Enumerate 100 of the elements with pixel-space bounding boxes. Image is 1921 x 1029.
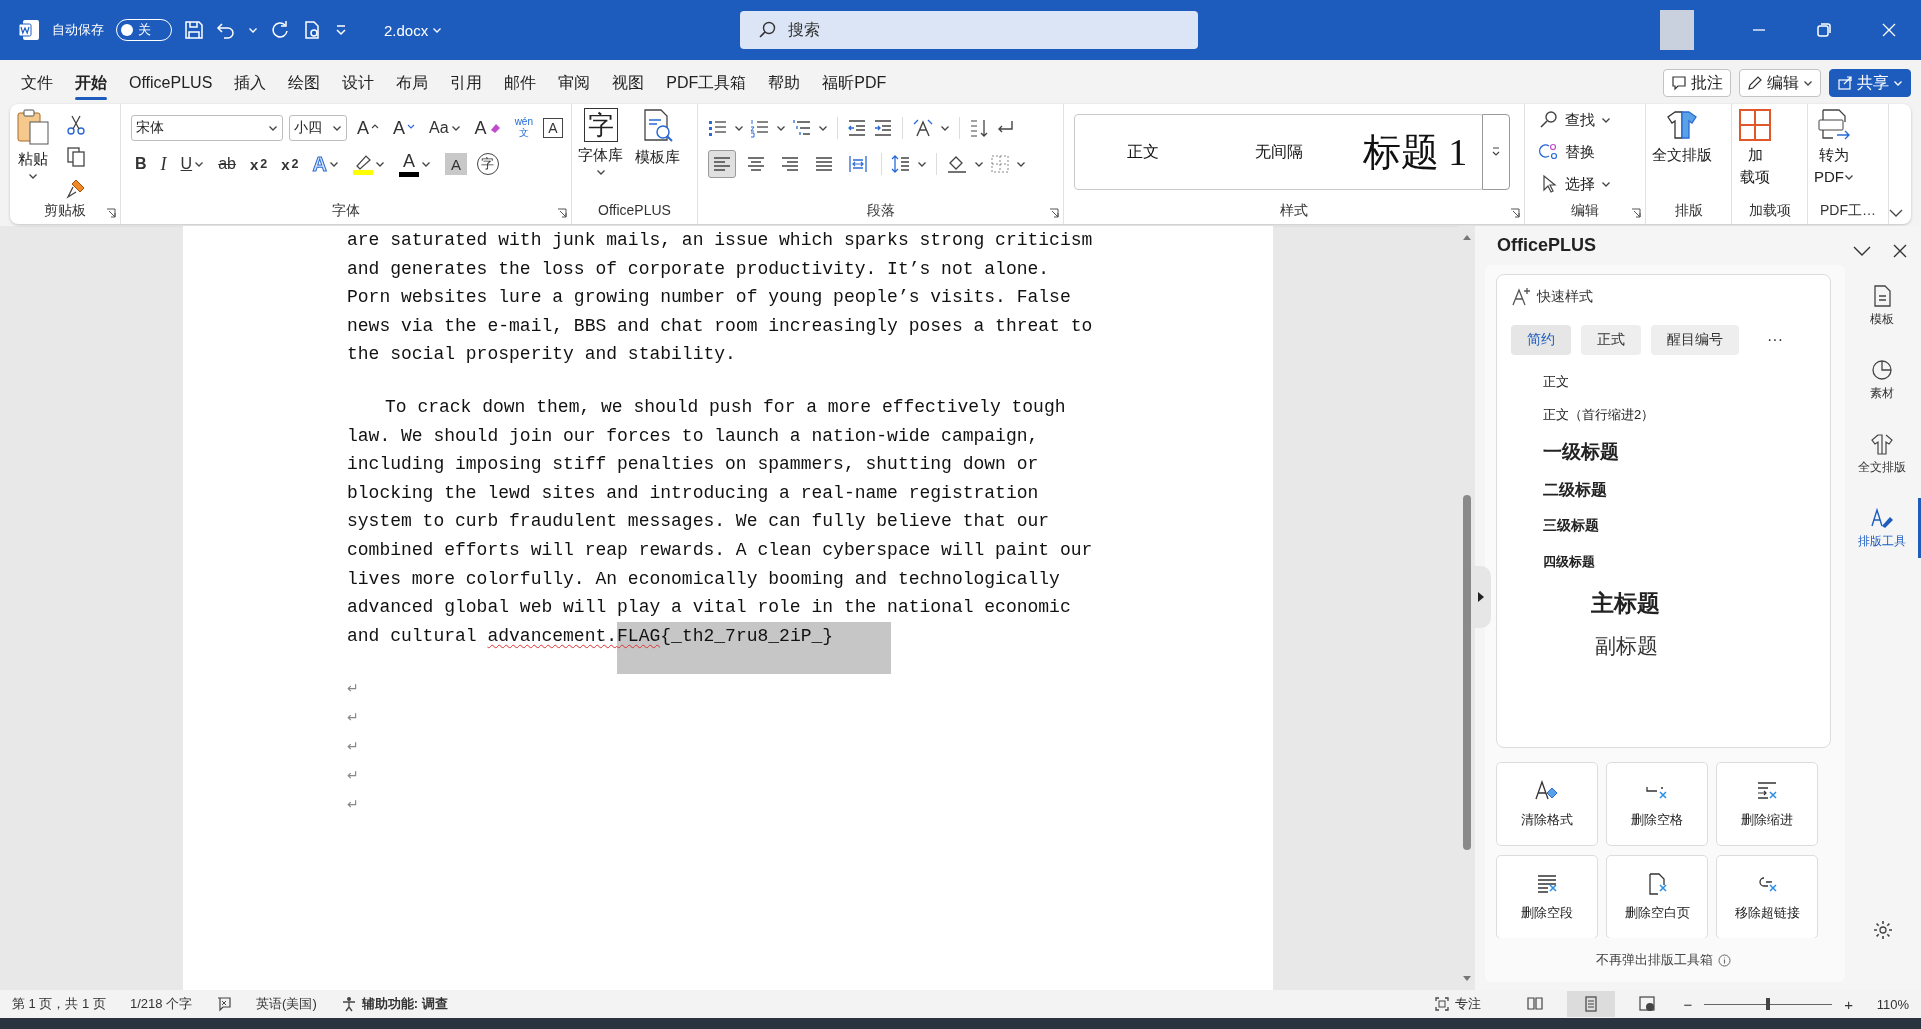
copy-icon[interactable]: [66, 146, 86, 168]
caret-icon[interactable]: [776, 123, 786, 133]
template-library-button[interactable]: 模板库: [629, 104, 686, 202]
align-left-button[interactable]: [708, 150, 736, 178]
caret-icon[interactable]: [332, 123, 342, 133]
search-field[interactable]: 搜索: [740, 11, 1198, 49]
caret-icon[interactable]: [420, 159, 431, 169]
shade-button[interactable]: A: [444, 153, 467, 175]
cut-icon[interactable]: [66, 114, 86, 136]
clear-button[interactable]: A: [470, 114, 505, 142]
caret-icon[interactable]: [1016, 159, 1026, 169]
zoom-level[interactable]: 110%: [1865, 996, 1909, 1012]
more-button[interactable]: ···: [1761, 330, 1789, 350]
panel-tab[interactable]: 模板: [1845, 276, 1921, 336]
dialog-launcher-icon[interactable]: [1510, 208, 1520, 218]
focus-button[interactable]: 专注: [1428, 994, 1488, 1014]
add-ins-button[interactable]: 加 载项: [1732, 104, 1778, 202]
scroll-down-icon[interactable]: [1462, 976, 1471, 982]
print-preview-icon[interactable]: [302, 20, 322, 40]
full-layout-button[interactable]: 全文排版: [1646, 104, 1718, 202]
style-option[interactable]: 四级标题: [1543, 544, 1595, 580]
shading-bucket-icon[interactable]: [946, 154, 968, 174]
paste-button[interactable]: 粘贴: [10, 104, 56, 202]
caret-icon[interactable]: [974, 159, 984, 169]
font-library-button[interactable]: 字 字体库: [572, 104, 629, 202]
tool-button[interactable]: 删除缩进: [1716, 762, 1818, 846]
menu-tab[interactable]: PDF工具箱: [655, 66, 758, 100]
language-status[interactable]: 英语(美国): [256, 995, 317, 1013]
editing-command-button[interactable]: 查找: [1539, 106, 1611, 134]
undo-icon[interactable]: [216, 20, 236, 40]
gallery-more-button[interactable]: [1482, 114, 1510, 190]
scroll-up-icon[interactable]: [1462, 234, 1471, 240]
collapse-ribbon-icon[interactable]: [1889, 208, 1903, 218]
style-option[interactable]: 正文（首行缩进2）: [1543, 398, 1655, 431]
style-option[interactable]: 标题 1: [1347, 115, 1483, 189]
caret-icon[interactable]: [1844, 172, 1854, 182]
style-option[interactable]: 主标题: [1591, 580, 1660, 626]
multilevel-list-icon[interactable]: [792, 118, 812, 138]
caret-icon[interactable]: [818, 123, 828, 133]
menu-tab[interactable]: 开始: [64, 66, 118, 100]
caret-icon[interactable]: [1601, 179, 1611, 189]
caret-icon[interactable]: [1803, 78, 1813, 88]
proofing-icon[interactable]: [216, 996, 233, 1012]
caret-icon[interactable]: [248, 25, 258, 35]
footer-link[interactable]: 不再弹出排版工具箱: [1596, 951, 1713, 969]
panel-tab[interactable]: 素材: [1845, 350, 1921, 410]
comments-button[interactable]: 批注: [1663, 69, 1731, 97]
format-painter-icon[interactable]: [66, 178, 86, 200]
dialog-launcher-icon[interactable]: [557, 208, 567, 218]
zoom-in-button[interactable]: +: [1840, 995, 1857, 1013]
caret-icon[interactable]: [450, 123, 461, 133]
dialog-launcher-icon[interactable]: [106, 208, 116, 218]
caret-icon[interactable]: [374, 159, 385, 169]
caret-icon[interactable]: [1601, 115, 1611, 125]
customize-icon[interactable]: [334, 23, 348, 37]
zoom-slider[interactable]: [1704, 998, 1833, 1010]
style-tab[interactable]: 简约: [1511, 325, 1571, 355]
tool-button[interactable]: 删除空段: [1496, 855, 1598, 938]
caret-icon[interactable]: [917, 159, 927, 169]
share-button[interactable]: 共享: [1829, 69, 1911, 97]
chevron-down-icon[interactable]: [1853, 245, 1871, 257]
decrease-indent-icon[interactable]: [847, 118, 867, 138]
page-count[interactable]: 第 1 页，共 1 页: [12, 995, 106, 1013]
bold-button[interactable]: B: [131, 150, 151, 178]
editing-mode-button[interactable]: 编辑: [1739, 69, 1821, 97]
redo-icon[interactable]: [270, 20, 290, 40]
text-direction-icon[interactable]: [912, 118, 934, 138]
menu-tab[interactable]: 引用: [439, 66, 494, 100]
shrink-button[interactable]: A: [389, 114, 420, 142]
tool-button[interactable]: 删除空格: [1606, 762, 1708, 846]
caret-icon[interactable]: [268, 123, 278, 133]
menu-tab[interactable]: 帮助: [757, 66, 812, 100]
slider-thumb[interactable]: [1766, 998, 1771, 1010]
menu-tab[interactable]: 文件: [10, 66, 64, 100]
caret-icon[interactable]: [940, 123, 950, 133]
style-option[interactable]: 三级标题: [1543, 508, 1599, 544]
strike-button[interactable]: ab: [214, 150, 240, 178]
editing-command-button[interactable]: 替换: [1539, 138, 1611, 166]
case-button[interactable]: Aa: [425, 114, 465, 142]
accessibility-icon[interactable]: [340, 996, 357, 1012]
bullet-list-icon[interactable]: [708, 118, 728, 138]
menu-tab[interactable]: 邮件: [493, 66, 548, 100]
editing-command-button[interactable]: 选择: [1539, 170, 1611, 198]
close-icon[interactable]: [1893, 244, 1907, 258]
caret-icon[interactable]: [1893, 78, 1903, 88]
increase-indent-icon[interactable]: [873, 118, 893, 138]
panel-tab[interactable]: 排版工具: [1845, 498, 1921, 558]
menu-tab[interactable]: 审阅: [547, 66, 602, 100]
tool-button[interactable]: 移除超链接: [1716, 855, 1818, 938]
font-name-dropdown[interactable]: 宋体: [131, 115, 283, 141]
accessibility-status[interactable]: 辅助功能: 调查: [361, 995, 448, 1013]
caret-icon[interactable]: [432, 25, 443, 35]
panel-tab[interactable]: 全文排版: [1845, 424, 1921, 484]
dialog-launcher-icon[interactable]: [1049, 208, 1059, 218]
tool-button[interactable]: 删除空白页: [1606, 855, 1708, 938]
settings-icon[interactable]: [1873, 920, 1893, 940]
style-tab[interactable]: 正式: [1581, 325, 1641, 355]
convert-to-pdf-button[interactable]: 转为 PDF: [1808, 104, 1860, 202]
caret-icon[interactable]: [328, 159, 339, 169]
scrollbar-thumb[interactable]: [1462, 495, 1471, 850]
